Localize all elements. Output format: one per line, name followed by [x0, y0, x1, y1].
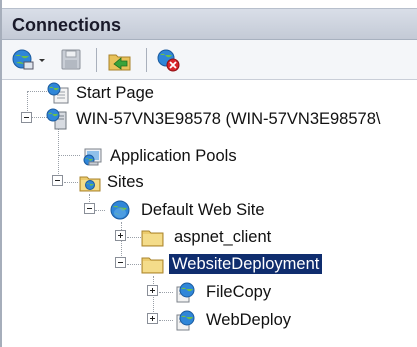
tree-node-start-page[interactable]: Start Page [0, 80, 417, 106]
web-application-icon [176, 282, 195, 303]
pane-header: Connections [2, 8, 417, 40]
tree-node-webdeploy[interactable]: WebDeploy [0, 307, 417, 333]
delete-connection-icon [157, 49, 180, 72]
globe-connect-icon [12, 49, 34, 70]
expand-toggle[interactable] [147, 285, 158, 296]
web-application-icon [176, 310, 195, 331]
expand-toggle[interactable] [147, 313, 158, 324]
dropdown-arrow-icon [39, 59, 45, 62]
folder-icon [141, 257, 164, 274]
tree-node-label: Sites [107, 173, 144, 191]
tree-node-label: FileCopy [206, 283, 272, 301]
tree-node-label: Default Web Site [141, 201, 265, 219]
collapse-toggle[interactable] [115, 257, 126, 268]
connections-tree: Start Page WIN-57VN3E98578 (WIN-57VN3E98… [0, 80, 417, 347]
tree-node-server[interactable]: WIN-57VN3E98578 (WIN-57VN3E98578\ [0, 106, 417, 132]
tree-node-label: WebsiteDeployment [169, 254, 323, 274]
delete-connection-button[interactable] [154, 46, 182, 74]
application-pools-icon [83, 148, 102, 166]
website-globe-icon [110, 200, 130, 220]
expand-toggle[interactable] [115, 230, 126, 241]
connections-pane: Connections Start Page WIN-57VN3E98578 (… [0, 0, 417, 347]
tree-node-label: WebDeploy [206, 311, 291, 329]
tree-node-sites[interactable]: Sites [0, 169, 417, 195]
sites-folder-icon [79, 176, 101, 192]
tree-node-filecopy[interactable]: FileCopy [0, 279, 417, 305]
pane-title: Connections [12, 15, 122, 35]
tree-node-label: WIN-57VN3E98578 (WIN-57VN3E98578\ [76, 110, 381, 128]
tree-node-label: Start Page [76, 84, 154, 102]
start-page-icon [47, 82, 69, 104]
up-one-level-button[interactable] [106, 46, 134, 74]
folder-icon [141, 230, 164, 247]
create-connection-button[interactable] [10, 46, 36, 74]
collapse-toggle[interactable] [21, 112, 32, 123]
tree-node-default-web-site[interactable]: Default Web Site [0, 197, 417, 223]
toolbar-separator [146, 48, 147, 72]
tree-node-websitedeployment[interactable]: WebsiteDeployment [0, 251, 417, 277]
toolbar-separator [96, 48, 97, 72]
save-connections-button[interactable] [58, 46, 84, 74]
up-folder-icon [108, 54, 131, 71]
save-icon [61, 49, 81, 70]
collapse-toggle[interactable] [84, 203, 95, 214]
tree-node-label: Application Pools [110, 147, 237, 165]
collapse-toggle[interactable] [52, 175, 63, 186]
tree-node-application-pools[interactable]: Application Pools [0, 143, 417, 169]
connections-toolbar [2, 40, 417, 80]
tree-node-label: aspnet_client [174, 228, 272, 246]
tree-node-aspnet-client[interactable]: aspnet_client [0, 224, 417, 250]
connection-dropdown-button[interactable] [36, 46, 48, 74]
server-icon [46, 108, 67, 130]
